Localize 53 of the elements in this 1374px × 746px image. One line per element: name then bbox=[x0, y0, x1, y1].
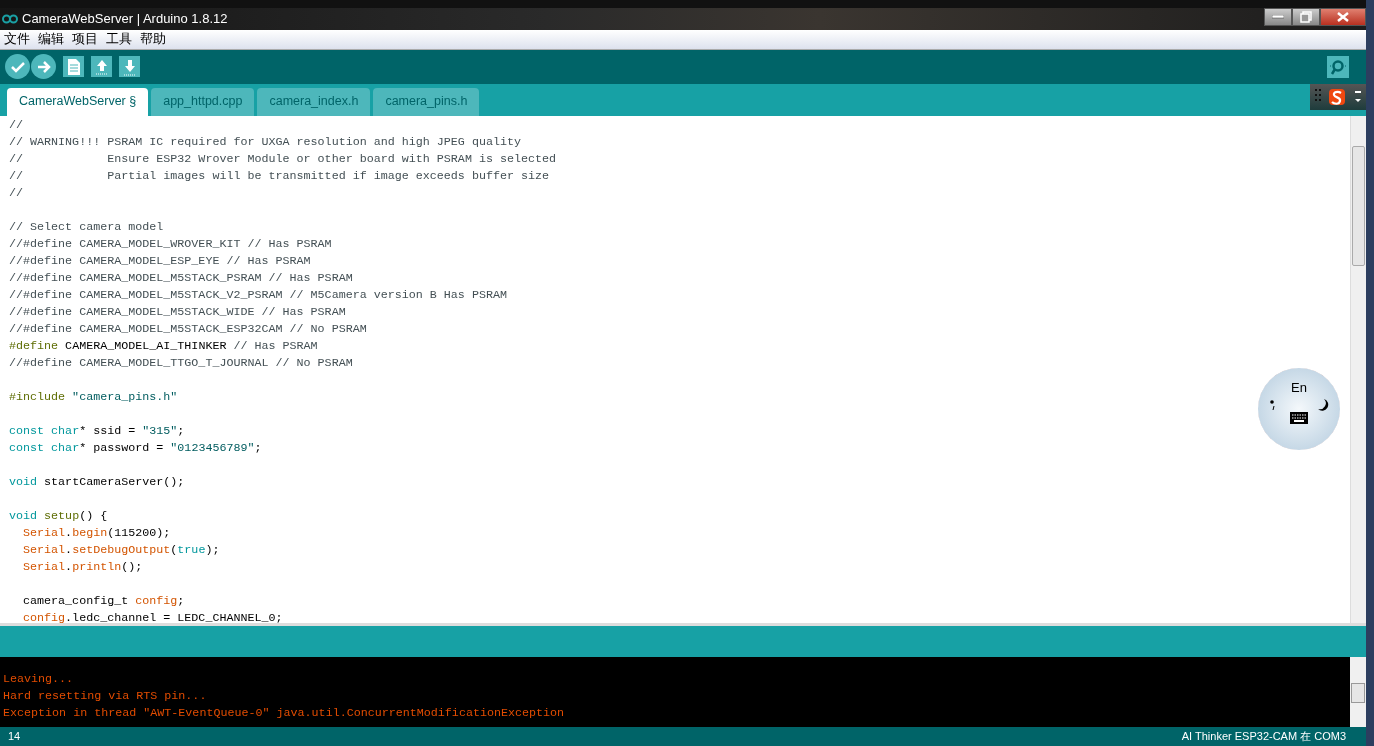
code-line: //#define CAMERA_MODEL_TTGO_T_JOURNAL // No PSRAM bbox=[9, 354, 353, 372]
board-port-label: AI Thinker ESP32-CAM 在 COM3 bbox=[1181, 729, 1346, 745]
menu-item[interactable]: 帮助 bbox=[136, 29, 170, 49]
save-button[interactable] bbox=[119, 56, 140, 78]
menu-item[interactable]: 项目 bbox=[68, 29, 102, 49]
code-line: config.ledc_channel = LEDC_CHANNEL_0; bbox=[22, 609, 283, 623]
code-line: // WARNING!!! PSRAM IC required for UXGA resolution and high JPEG quality bbox=[9, 133, 521, 151]
code-line: void setup() { bbox=[9, 507, 108, 525]
code-line: // Select camera model bbox=[9, 218, 164, 236]
code-line: void startCameraServer(); bbox=[9, 473, 185, 491]
console-line: Hard resetting via RTS pin... bbox=[3, 688, 207, 706]
verify-button[interactable] bbox=[5, 54, 30, 80]
close-icon bbox=[1337, 11, 1349, 22]
code-line: #include "camera_pins.h" bbox=[9, 388, 178, 406]
infinity-logo-icon bbox=[2, 13, 18, 24]
line-number: 14 bbox=[8, 729, 21, 745]
code-line: const char* ssid = "315"; bbox=[9, 422, 185, 440]
serial-monitor-button[interactable] bbox=[1327, 55, 1349, 78]
code-line: // bbox=[9, 116, 24, 134]
code-line: // Ensure ESP32 Wrover Module or other board with PSRAM is selected bbox=[9, 150, 557, 168]
code-line: //#define CAMERA_MODEL_M5STACK_PSRAM // Has PSRAM bbox=[9, 269, 353, 287]
code-line: //#define CAMERA_MODEL_M5STACK_WIDE // Has PSRAM bbox=[9, 303, 346, 321]
minimize-icon bbox=[1272, 14, 1284, 19]
window-title: CameraWebServer | Arduino 1.8.12 bbox=[22, 10, 228, 29]
language-label: En bbox=[1291, 379, 1307, 397]
menu-item[interactable]: 编辑 bbox=[34, 29, 68, 49]
upload-button[interactable] bbox=[31, 54, 56, 80]
code-line: Serial.setDebugOutput(true); bbox=[22, 541, 220, 559]
code-line: //#define CAMERA_MODEL_WROVER_KIT // Has PSRAM bbox=[9, 235, 332, 253]
menu-item[interactable]: 工具 bbox=[102, 29, 136, 49]
keyboard-icon bbox=[1290, 411, 1308, 424]
file-tab[interactable]: CameraWebServer § bbox=[7, 87, 149, 116]
code-line: // Partial images will be transmitted if image exceeds buffer size bbox=[9, 167, 550, 185]
console-line: Leaving... bbox=[3, 671, 74, 689]
code-line: //#define CAMERA_MODEL_ESP_EYE // Has PSRAM bbox=[9, 252, 311, 270]
punctuation-moon-icon bbox=[1268, 397, 1330, 412]
code-line: //#define CAMERA_MODEL_M5STACK_ESP32CAM // No PSRAM bbox=[9, 320, 367, 338]
sogou-logo-icon bbox=[1313, 86, 1363, 108]
code-line: Serial.begin(115200); bbox=[22, 524, 171, 542]
code-line: const char* password = "0123456789"; bbox=[9, 439, 262, 457]
menu-item[interactable]: 文件 bbox=[0, 29, 34, 49]
open-button[interactable] bbox=[91, 56, 112, 78]
code-line: // bbox=[9, 184, 24, 202]
console-line: Exception in thread "AWT-EventQueue-0" java.util.ConcurrentModificationException bbox=[3, 705, 565, 723]
maximize-icon bbox=[1300, 10, 1312, 23]
code-line: Serial.println(); bbox=[22, 558, 143, 576]
new-button[interactable] bbox=[63, 56, 84, 78]
code-line: camera_config_t config; bbox=[22, 592, 185, 610]
code-line: #define CAMERA_MODEL_AI_THINKER // Has PSRAM bbox=[9, 337, 318, 355]
scrollbar[interactable] bbox=[1350, 657, 1366, 728]
code-line: //#define CAMERA_MODEL_M5STACK_V2_PSRAM // M5Camera version B Has PSRAM bbox=[9, 286, 507, 304]
scrollbar[interactable] bbox=[1350, 115, 1366, 623]
ime-toolbar[interactable] bbox=[1310, 84, 1366, 110]
